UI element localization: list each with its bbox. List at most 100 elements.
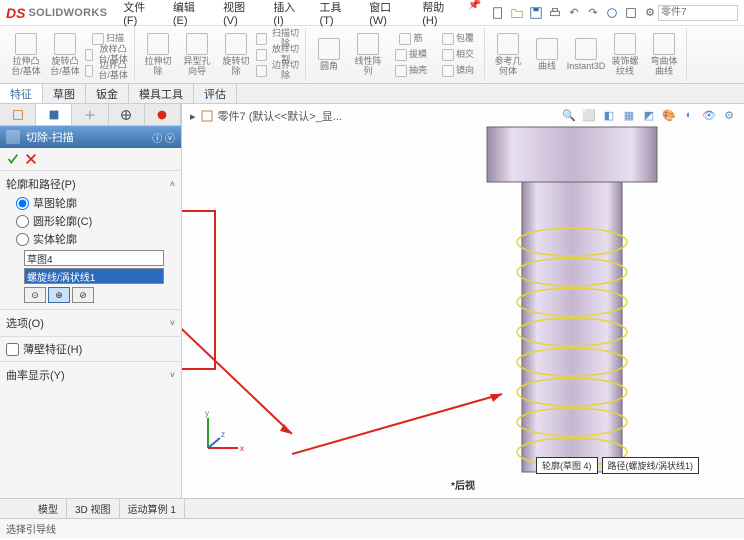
shell-icon xyxy=(395,65,407,77)
new-icon[interactable] xyxy=(490,5,506,21)
hide-show-icon[interactable]: 👁 xyxy=(700,106,718,124)
tab-model[interactable]: 模型 xyxy=(30,499,67,518)
tab-evaluate[interactable]: 评估 xyxy=(194,84,237,103)
section-options[interactable]: 选项(O)˅ xyxy=(6,313,175,333)
rib-icon xyxy=(399,33,411,45)
pm-tab-appearance[interactable] xyxy=(145,104,181,125)
help-icon[interactable]: ⓘ ⓥ xyxy=(152,130,175,145)
annotation-arrow-2 xyxy=(292,384,522,464)
bend-curve-button[interactable]: 弯曲体曲线 xyxy=(645,29,683,81)
boundary-cut-button[interactable]: 边界切除 xyxy=(256,63,302,79)
revolve-cut-button[interactable]: 旋转切除 xyxy=(217,29,255,81)
menu-edit[interactable]: 编辑(E) xyxy=(167,0,213,29)
instant3d-icon xyxy=(575,38,597,60)
ref-geometry-button[interactable]: 参考几何体 xyxy=(489,29,527,81)
rib-button[interactable]: 筋 xyxy=(388,31,434,47)
view-name: *后视 xyxy=(451,477,475,492)
menu-window[interactable]: 窗口(W) xyxy=(363,0,412,29)
profile-selection[interactable]: 草图4 xyxy=(24,250,164,266)
profile-label: 轮廓(草图 4) xyxy=(536,457,598,474)
extrude-boss-button[interactable]: 拉伸凸台/基体 xyxy=(7,29,45,81)
app-name: SOLIDWORKS xyxy=(28,7,107,19)
fillet-icon xyxy=(318,38,340,60)
fillet-button[interactable]: 圆角 xyxy=(310,29,348,81)
breadcrumb[interactable]: ▸ 零件7 (默认<<默认>_显... xyxy=(190,108,342,124)
draft-button[interactable]: 拔模 xyxy=(388,47,434,63)
tab-mold[interactable]: 模具工具 xyxy=(129,84,194,103)
search-input[interactable] xyxy=(658,5,738,21)
edit-appearance-icon[interactable]: ◐ xyxy=(680,106,698,124)
menu-help[interactable]: 帮助(H) xyxy=(416,0,463,29)
tab-3dview[interactable]: 3D 视图 xyxy=(67,499,120,518)
section-curvature[interactable]: 曲率显示(Y)˅ xyxy=(6,365,175,385)
boundary-cut-icon xyxy=(256,65,267,77)
menu-pin-icon[interactable]: 📌 xyxy=(467,0,482,13)
ok-button[interactable] xyxy=(6,152,20,166)
mirror-icon xyxy=(442,65,454,77)
menu-view[interactable]: 视图(V) xyxy=(217,0,263,29)
ribbon: 拉伸凸台/基体 旋转凸台/基体 扫描 放样凸台/基体 边界凸台/基体 拉伸切除 … xyxy=(0,26,744,84)
boundary-icon xyxy=(85,65,93,77)
feature-title: 切除-扫描 xyxy=(26,129,74,145)
hole-icon xyxy=(186,33,208,55)
pattern-icon xyxy=(357,33,379,55)
scene-icon[interactable]: 🎨 xyxy=(660,106,678,124)
chevron-up-icon: ˄ xyxy=(170,179,175,189)
tab-sheetmetal[interactable]: 钣金 xyxy=(86,84,129,103)
chevron-down-icon: ˅ xyxy=(170,370,175,380)
tab-features[interactable]: 特征 xyxy=(0,84,43,103)
thread-icon xyxy=(614,33,636,55)
revolve-boss-icon xyxy=(54,33,76,55)
radio-solid-profile[interactable]: 实体轮廓 xyxy=(6,230,175,248)
app-logo: DS SOLIDWORKS xyxy=(6,5,107,21)
cancel-button[interactable] xyxy=(24,152,38,166)
tab-sketch[interactable]: 草图 xyxy=(43,84,86,103)
wrap-icon xyxy=(442,33,454,45)
cosmetic-thread-button[interactable]: 装饰螺纹线 xyxy=(606,29,644,81)
menu-file[interactable]: 文件(F) xyxy=(117,0,163,29)
extrude-boss-icon xyxy=(15,33,37,55)
bend-icon xyxy=(653,33,675,55)
sweep-icon xyxy=(92,33,104,45)
breadcrumb-arrow-icon: ▸ xyxy=(190,110,196,123)
boundary-boss-button[interactable]: 边界凸台/基体 xyxy=(85,63,131,79)
graphics-viewport[interactable]: ▸ 零件7 (默认<<默认>_显... 🔍 ⬜ ◧ ▦ ◩ 🎨 ◐ 👁 ⚙ xyxy=(182,104,744,498)
rebuild-icon[interactable] xyxy=(604,5,620,21)
thin-feature-check[interactable]: 薄壁特征(H) xyxy=(6,340,175,358)
section-profile-path[interactable]: 轮廓和路径(P)˄ xyxy=(6,174,175,194)
undo-icon[interactable]: ↶ xyxy=(566,5,582,21)
settings-icon[interactable]: ⚙ xyxy=(642,5,658,21)
path-selection[interactable]: 螺旋线/涡状线1 xyxy=(24,268,164,284)
intersect-button[interactable]: 相交 xyxy=(435,47,481,63)
align-option-3[interactable]: ⊘ xyxy=(72,287,94,303)
shell-button[interactable]: 抽壳 xyxy=(388,63,434,79)
wrap-button[interactable]: 包覆 xyxy=(435,31,481,47)
align-option-2[interactable]: ⊕ xyxy=(48,287,70,303)
align-option-1[interactable]: ⊙ xyxy=(24,287,46,303)
revolve-boss-button[interactable]: 旋转凸台/基体 xyxy=(46,29,84,81)
print-icon[interactable] xyxy=(547,5,563,21)
radio-sketch-profile[interactable]: 草图轮廓 xyxy=(6,194,175,212)
save-icon[interactable] xyxy=(528,5,544,21)
hole-wizard-button[interactable]: 异型孔向导 xyxy=(178,29,216,81)
redo-icon[interactable]: ↷ xyxy=(585,5,601,21)
linear-pattern-button[interactable]: 线性阵列 xyxy=(349,29,387,81)
options-icon[interactable] xyxy=(623,5,639,21)
mirror-button[interactable]: 镜向 xyxy=(435,63,481,79)
instant3d-button[interactable]: Instant3D xyxy=(567,29,605,81)
tab-motion[interactable]: 运动算例 1 xyxy=(120,499,185,518)
view-settings-icon[interactable]: ⚙ xyxy=(720,106,738,124)
menu-tools[interactable]: 工具(T) xyxy=(314,0,360,29)
curves-button[interactable]: 曲线 xyxy=(528,29,566,81)
pm-tab-config[interactable] xyxy=(72,104,108,125)
open-icon[interactable] xyxy=(509,5,525,21)
pm-tab-property[interactable] xyxy=(36,104,72,125)
menu-bar: 文件(F) 编辑(E) 视图(V) 插入(I) 工具(T) 窗口(W) 帮助(H… xyxy=(117,0,482,29)
pm-tab-feature[interactable] xyxy=(0,104,36,125)
loft-cut-icon xyxy=(256,49,267,61)
menu-insert[interactable]: 插入(I) xyxy=(267,0,309,29)
radio-circular-profile[interactable]: 圆形轮廓(C) xyxy=(6,212,175,230)
curves-icon xyxy=(536,38,558,60)
extrude-cut-button[interactable]: 拉伸切除 xyxy=(139,29,177,81)
pm-tab-dim[interactable] xyxy=(109,104,145,125)
